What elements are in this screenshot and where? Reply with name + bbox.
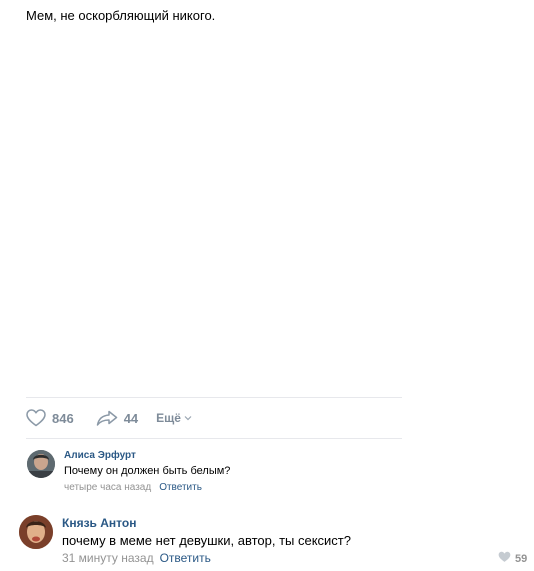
- comment-text: почему в меме нет девушки, автор, ты сек…: [62, 533, 351, 548]
- post-actions: 846 44 Ещё: [26, 406, 192, 430]
- comment-text: Почему он должен быть белым?: [64, 465, 231, 477]
- like-button[interactable]: 846: [26, 409, 74, 427]
- reply-link[interactable]: Ответить: [159, 482, 202, 493]
- avatar[interactable]: [19, 515, 53, 549]
- comment-like-button[interactable]: 59: [498, 551, 527, 566]
- comment-time[interactable]: четыре часа назад: [64, 482, 151, 493]
- divider-bottom: [26, 438, 402, 439]
- reply-link[interactable]: Ответить: [160, 551, 211, 565]
- heart-icon: [498, 551, 511, 566]
- more-button[interactable]: Ещё: [156, 411, 192, 425]
- share-arrow-icon: [96, 410, 118, 426]
- comment-author[interactable]: Алиса Эрфурт: [64, 450, 136, 461]
- heart-icon: [26, 409, 46, 427]
- share-button[interactable]: 44: [96, 410, 138, 426]
- post-image[interactable]: [26, 34, 402, 390]
- like-count: 846: [52, 410, 74, 426]
- avatar[interactable]: [27, 450, 55, 478]
- share-count: 44: [123, 410, 139, 426]
- comment-meta: четыре часа назад Ответить: [64, 482, 202, 493]
- comment-like-count: 59: [515, 552, 528, 565]
- post-text: Мем, не оскорбляющий никого.: [26, 8, 216, 23]
- comment-meta: 31 минуту назад Ответить: [62, 551, 211, 565]
- comment-author[interactable]: Князь Антон: [62, 516, 136, 530]
- chevron-down-icon: [184, 415, 192, 421]
- divider-top: [26, 397, 402, 398]
- more-label: Ещё: [156, 411, 181, 425]
- comment-time[interactable]: 31 минуту назад: [62, 551, 154, 565]
